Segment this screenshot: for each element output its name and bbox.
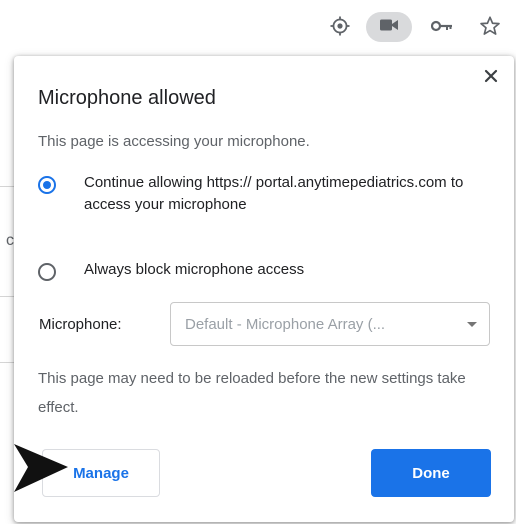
- star-icon[interactable]: [478, 14, 502, 38]
- close-button[interactable]: [480, 67, 502, 89]
- microphone-select[interactable]: Default - Microphone Array (...: [170, 302, 490, 346]
- camera-icon: [379, 18, 399, 37]
- microphone-permission-popup: Microphone allowed This page is accessin…: [14, 56, 514, 522]
- done-button[interactable]: Done: [371, 449, 491, 497]
- radio-button[interactable]: [38, 263, 56, 281]
- option-continue-allowing[interactable]: Continue allowing https:// portal.anytim…: [38, 174, 464, 216]
- popup-title: Microphone allowed: [38, 87, 216, 109]
- option-label: Continue allowing https:// portal.anytim…: [84, 174, 464, 213]
- option-label: Always block microphone access: [84, 261, 305, 278]
- camera-permission-button[interactable]: [366, 12, 412, 42]
- option-always-block[interactable]: Always block microphone access: [38, 261, 464, 281]
- chevron-down-icon: [467, 322, 477, 327]
- reload-note: This page may need to be reloaded before…: [38, 370, 466, 416]
- popup-subtitle: This page is accessing your microphone.: [38, 133, 310, 150]
- close-icon: [484, 69, 498, 88]
- microphone-select-value: Default - Microphone Array (...: [185, 315, 386, 333]
- microphone-label: Microphone:: [39, 316, 122, 333]
- radio-button-selected[interactable]: [38, 176, 56, 194]
- location-icon[interactable]: [328, 14, 352, 38]
- pointer-arrow-icon: [12, 436, 70, 503]
- key-icon[interactable]: [430, 14, 454, 38]
- browser-toolbar: [0, 0, 516, 52]
- background-partial-text: c: [6, 232, 14, 249]
